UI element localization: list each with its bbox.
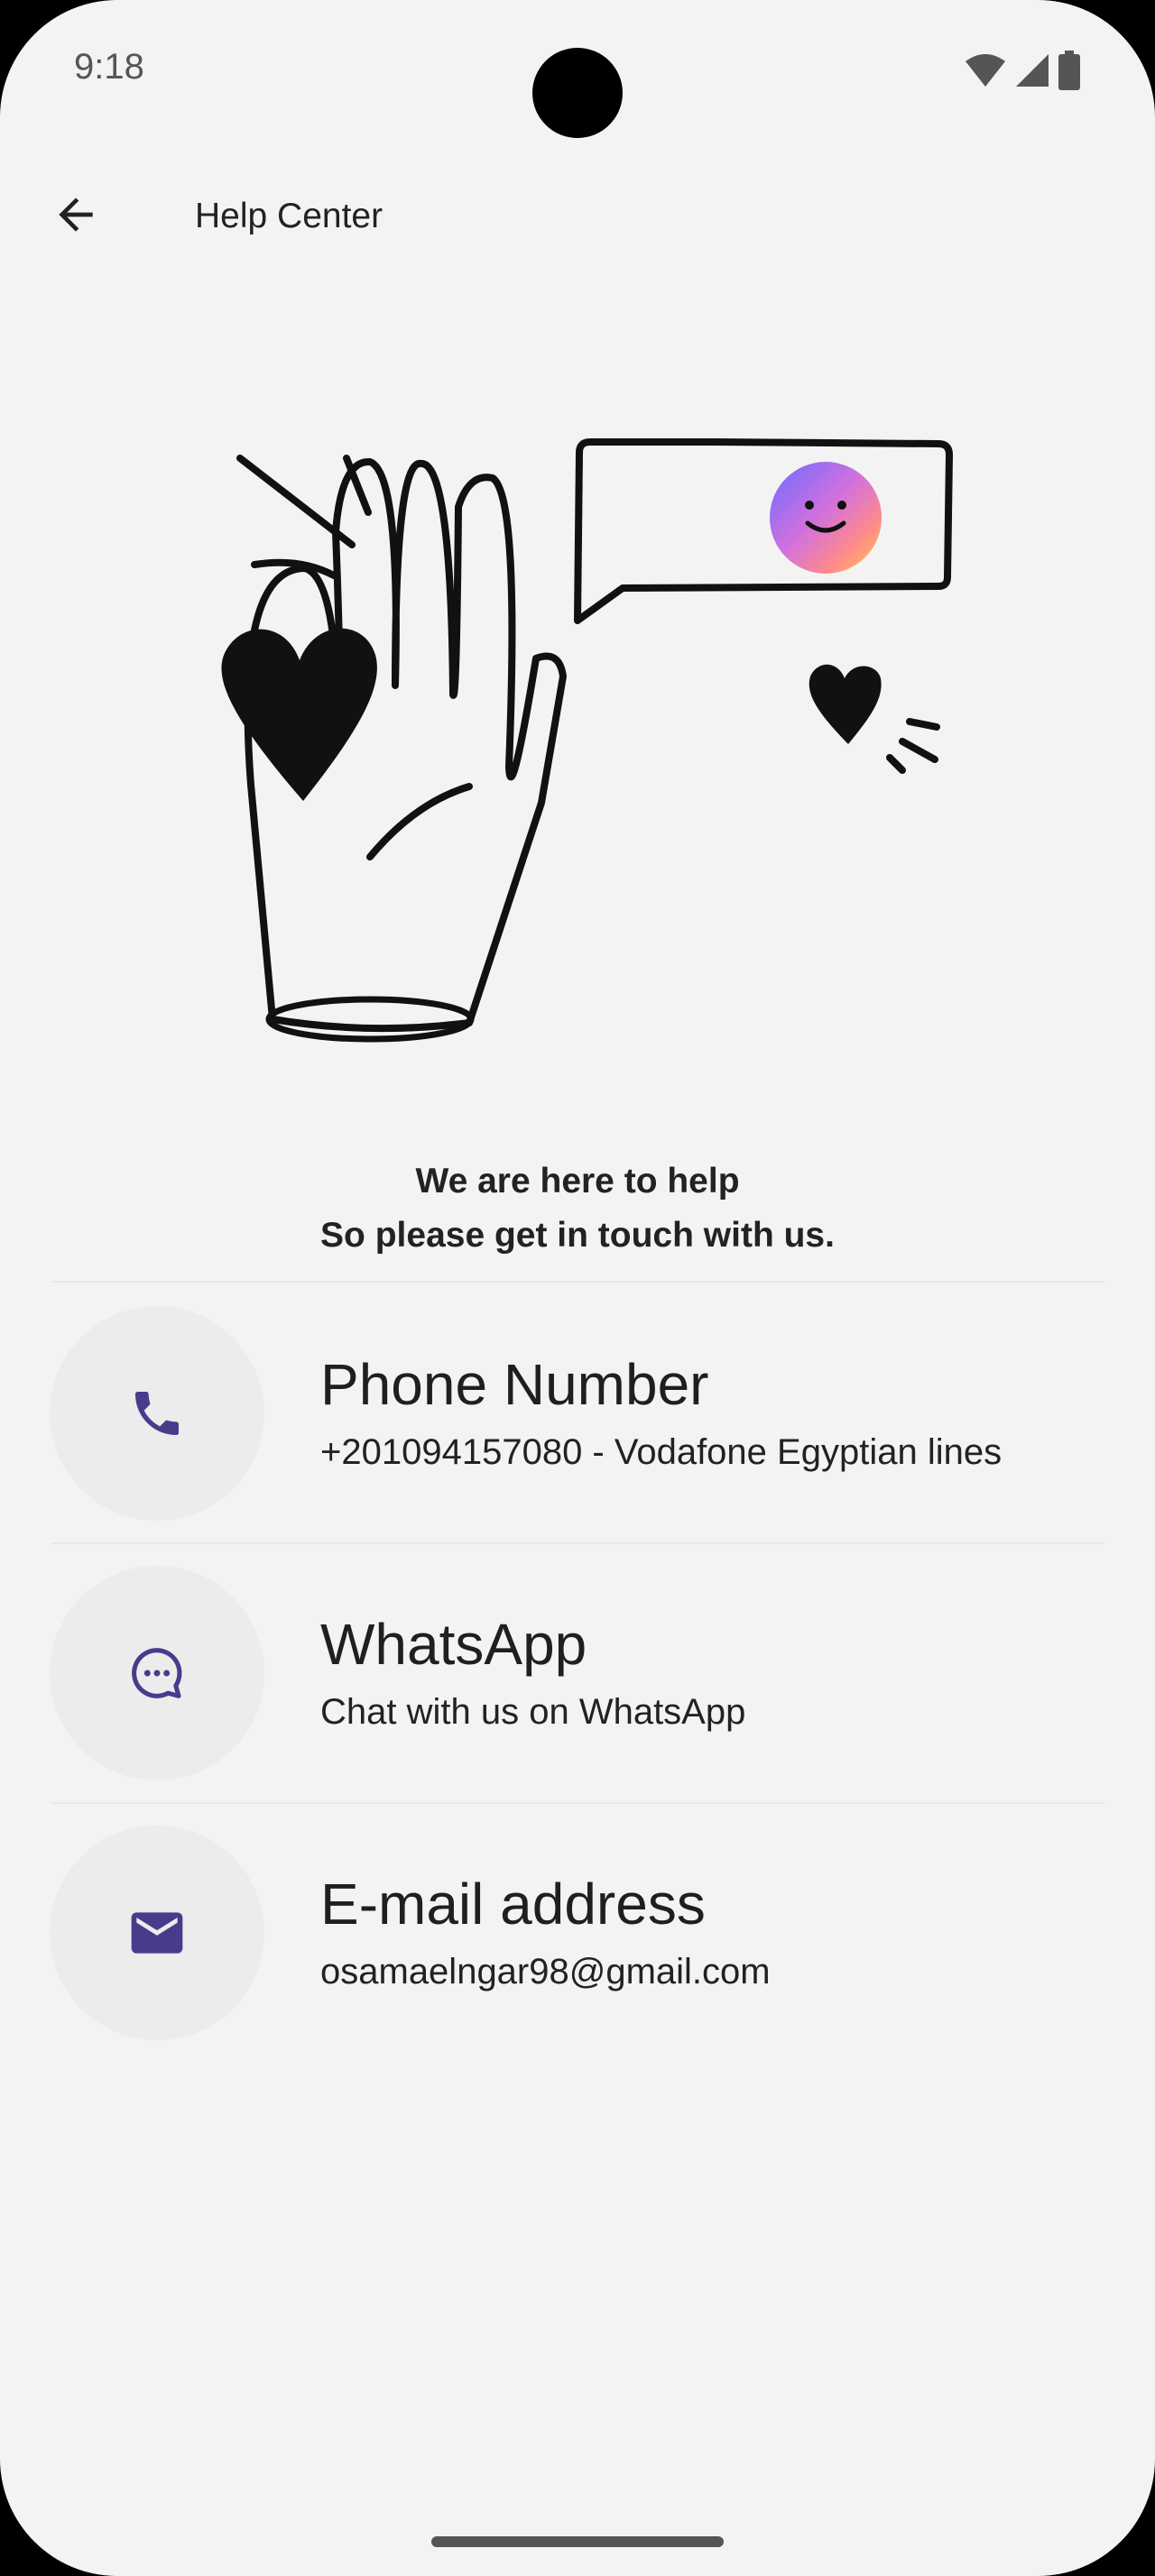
divider <box>51 1542 1104 1544</box>
chat-bubble-icon <box>132 1648 182 1698</box>
email-icon-circle <box>50 1826 264 2040</box>
arrow-back-icon <box>59 198 93 232</box>
camera-cutout <box>532 48 623 138</box>
status-time: 9:18 <box>74 47 144 87</box>
contact-title: WhatsApp <box>320 1612 587 1677</box>
divider <box>51 1802 1104 1804</box>
contact-subtitle: osamaelngar98@gmail.com <box>320 1952 771 1992</box>
back-button[interactable] <box>40 179 112 251</box>
intro-line-2: So please get in touch with us. <box>320 1216 835 1255</box>
contact-subtitle: Chat with us on WhatsApp <box>320 1692 746 1732</box>
page-title: Help Center <box>195 197 383 235</box>
contact-title: E-mail address <box>320 1872 706 1937</box>
screen: 9:18 Help Center We are here to help So … <box>0 0 1155 2576</box>
status-icons <box>964 51 1081 90</box>
phone-icon-circle <box>50 1306 264 1521</box>
contact-phone[interactable]: Phone Number +201094157080 - Vodafone Eg… <box>0 1306 1155 1566</box>
app-bar: Help Center <box>0 162 1155 271</box>
hand-cuff <box>265 996 475 1043</box>
intro-line-1: We are here to help <box>415 1162 740 1201</box>
contact-title: Phone Number <box>320 1352 709 1417</box>
hero-illustration <box>221 438 953 1043</box>
small-heart-icon <box>808 664 882 744</box>
status-bar: 9:18 <box>0 0 1155 138</box>
sparkle-lines-icon <box>886 718 940 774</box>
phone-icon <box>135 1392 179 1435</box>
wifi-icon <box>966 54 1005 87</box>
battery-icon <box>1058 51 1080 90</box>
intro-text: We are here to help So please get in tou… <box>0 1155 1155 1263</box>
smiley-face-icon <box>770 462 882 574</box>
chat-bubble-frame <box>574 438 953 624</box>
contact-email[interactable]: E-mail address osamaelngar98@gmail.com <box>0 1826 1155 2085</box>
cellular-signal-icon <box>1016 54 1049 87</box>
contact-subtitle: +201094157080 - Vodafone Egyptian lines <box>320 1432 1003 1472</box>
whatsapp-icon-circle <box>50 1566 264 1780</box>
divider <box>51 1281 1104 1283</box>
contact-whatsapp[interactable]: WhatsApp Chat with us on WhatsApp <box>0 1566 1155 1826</box>
home-indicator[interactable] <box>431 2536 724 2547</box>
mail-icon <box>131 1912 183 1954</box>
